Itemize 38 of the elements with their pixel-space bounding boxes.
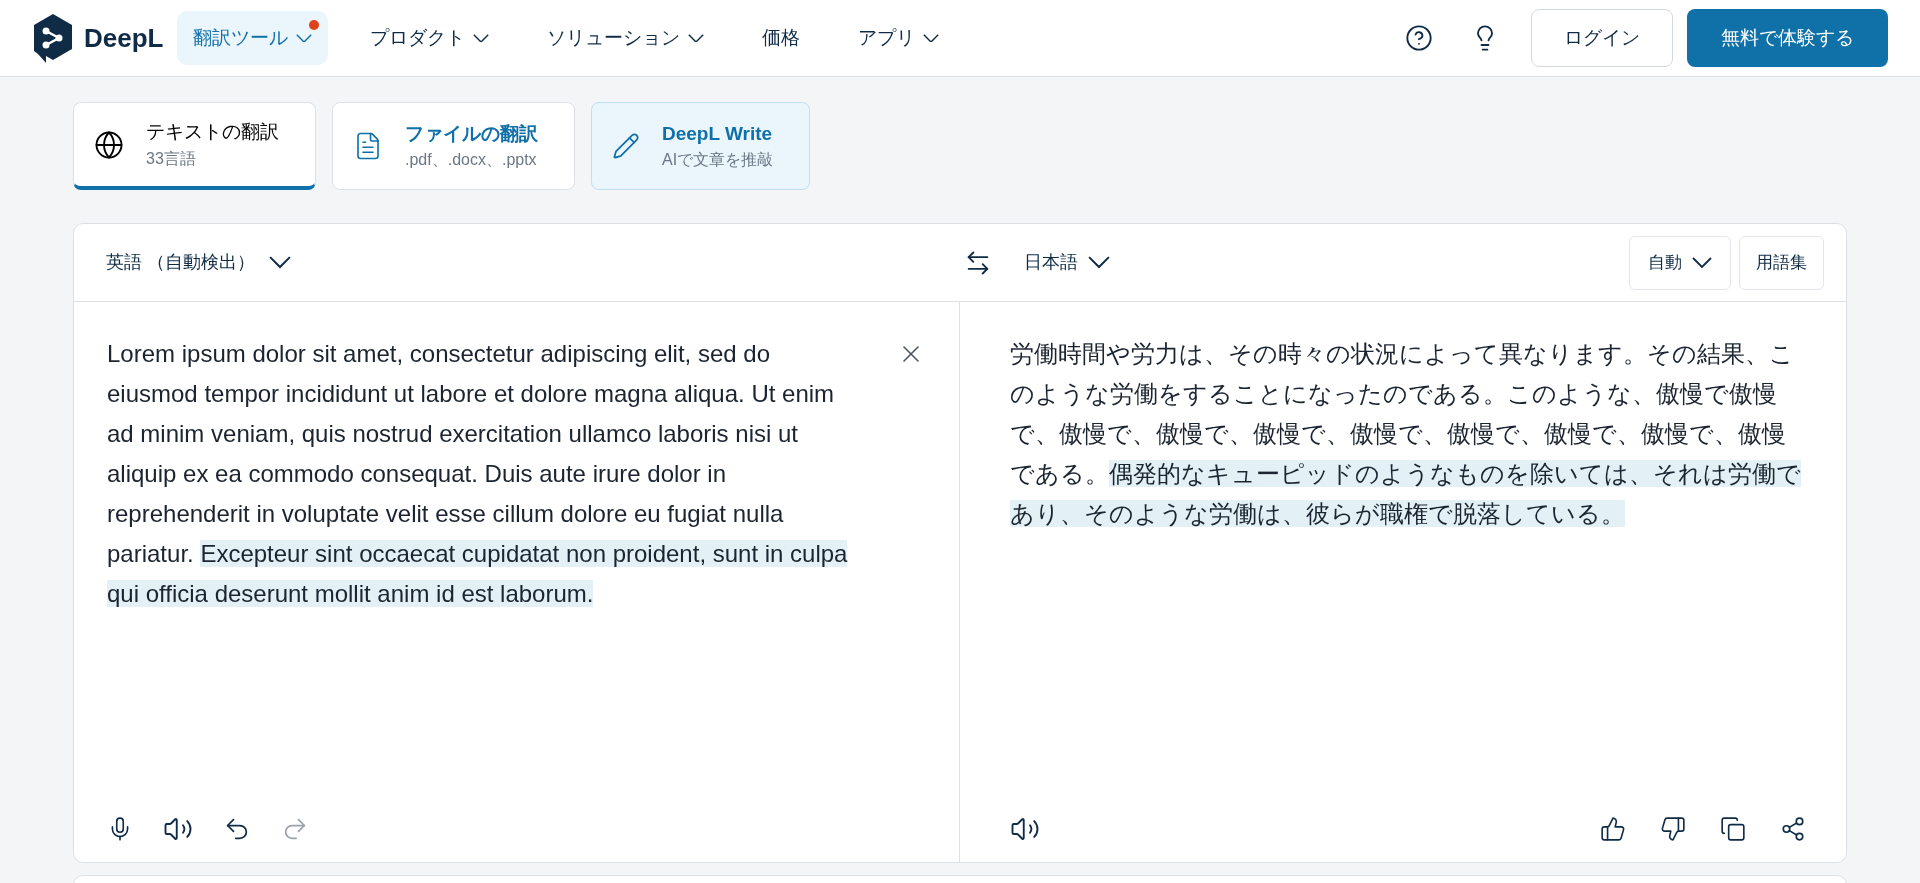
tab-title: ファイルの翻訳 <box>405 121 538 146</box>
nav-menu-item[interactable]: 翻訳ツール <box>177 11 329 65</box>
help-icon[interactable] <box>1405 24 1433 52</box>
formality-select[interactable]: 自動 <box>1629 235 1731 290</box>
mode-tab[interactable]: テキストの翻訳 33言語 <box>73 102 316 190</box>
tab-title: テキストの翻訳 <box>146 120 279 145</box>
source-language-select[interactable]: 英語 （自動検出） <box>106 249 291 276</box>
nav-menu-item[interactable]: ソリューション <box>531 11 721 65</box>
nav-menu-item[interactable]: アプリ <box>842 11 956 65</box>
tab-title: DeepL Write <box>662 121 774 146</box>
chevron-down-icon <box>688 33 705 43</box>
chevron-down-icon <box>1088 256 1110 269</box>
source-text[interactable]: Lorem ipsum dolor sit amet, consectetur adipiscing elit, sed do eiusmod tempor incididunt ut labore et dolore magna aliqua. Ut enim ad minim veniam, quis nostrud exercitation ullamco laboris nisi ut aliquip ex ea commodo consequat. Duis aute irure dolor in reprehenderit in voluptate velit esse cillum dolore eu fugiat nulla pariatur. Excepteur sint occaecat cupidatat non proident, sunt in culpa qui officia deserunt mollit anim id est laborum. <box>107 334 849 614</box>
chevron-down-icon <box>473 33 490 43</box>
chevron-down-icon <box>923 33 940 43</box>
mode-tab[interactable]: DeepL Write AIで文章を推敲 <box>591 102 811 190</box>
thumbs-down-icon[interactable] <box>1660 816 1686 842</box>
translated-text: 労働時間や労力は、その時々の状況によって異なります。その結果、このような労働をすることになったのである。このような、傲慢で傲慢で、傲慢で、傲慢で、傲慢で、傲慢で、傲慢で、傲慢で、傲慢で、傲慢である。偶発的なキューピッドのようなものを除いては、それは労働であり、そのような労働は、彼らが職権で脱落している。 <box>1010 339 1802 529</box>
tab-subtitle: AIで文章を推敲 <box>662 150 774 171</box>
globe-icon <box>94 129 124 160</box>
share-icon[interactable] <box>1780 816 1806 842</box>
nav-menu-item[interactable]: プロダクト <box>354 11 506 65</box>
logo-text: DeepL <box>84 21 164 55</box>
login-button[interactable]: ログイン <box>1531 9 1673 67</box>
copy-icon[interactable] <box>1720 816 1746 842</box>
chevron-down-icon <box>1692 257 1712 268</box>
pencil-icon <box>612 132 640 160</box>
target-language-select[interactable]: 日本語 <box>1024 249 1110 276</box>
glossary-button[interactable]: 用語集 <box>1739 235 1824 290</box>
nav-menu-item[interactable]: 価格 <box>746 11 817 65</box>
tab-subtitle: .pdf、.docx、.pptx <box>405 150 538 171</box>
tab-subtitle: 33言語 <box>146 148 197 169</box>
mode-tab[interactable]: ファイルの翻訳 .pdf、.docx、.pptx <box>332 102 575 190</box>
chevron-down-icon <box>296 33 313 43</box>
chevron-down-icon <box>269 256 291 269</box>
thumbs-up-icon[interactable] <box>1600 816 1626 842</box>
logo-icon <box>32 13 74 63</box>
signup-button[interactable]: 無料で体験する <box>1687 9 1888 67</box>
